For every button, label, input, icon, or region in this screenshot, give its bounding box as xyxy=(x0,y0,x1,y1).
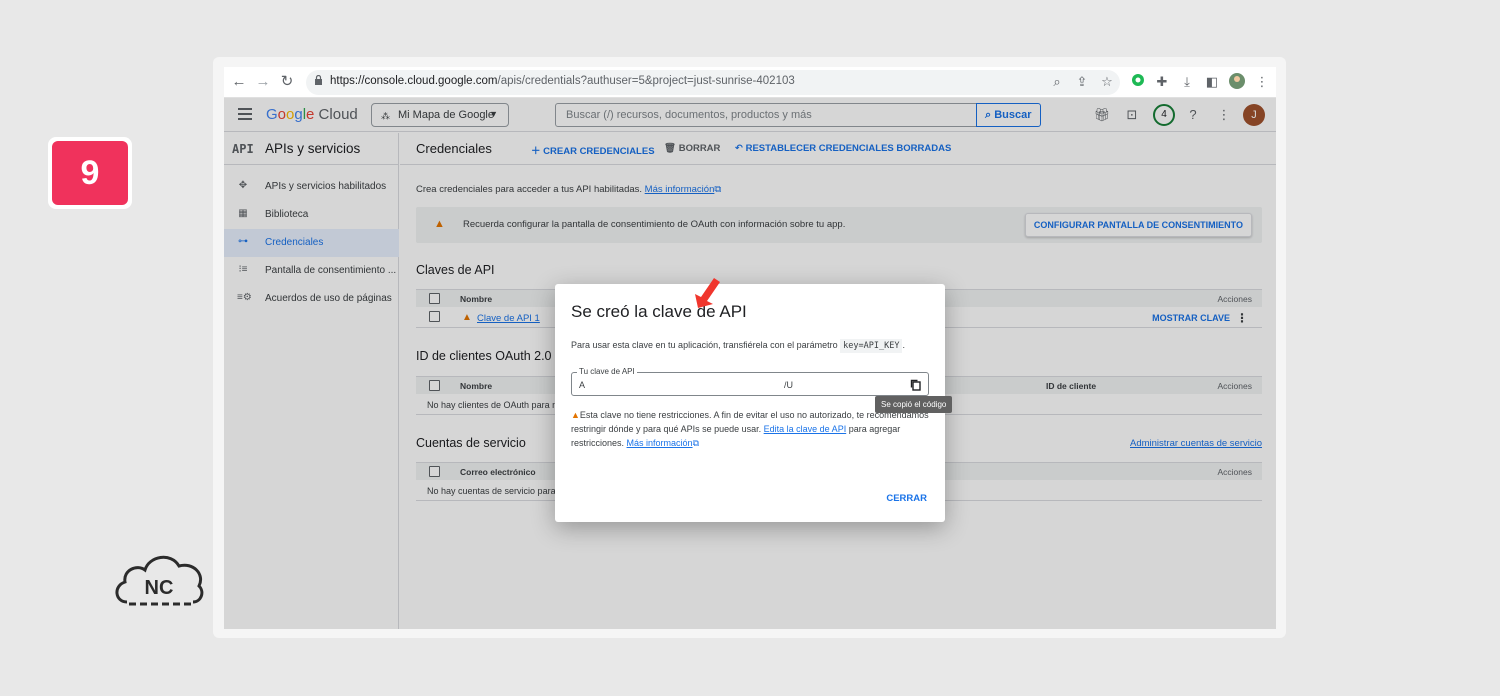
step-number: 9 xyxy=(52,141,128,205)
restriction-warning: ▲Esta clave no tiene restricciones. A fi… xyxy=(571,410,929,448)
zoom-icon[interactable]: ⌕ xyxy=(1048,73,1066,91)
share-icon[interactable]: ⇪ xyxy=(1073,73,1091,91)
nc-logo-text: NC xyxy=(145,577,174,599)
external-link-icon: ⧉ xyxy=(692,438,699,448)
edit-api-key-link[interactable]: Edita la clave de API xyxy=(764,424,847,434)
reload-icon[interactable]: ↻ xyxy=(278,73,296,91)
gcp-console: Google Cloud ⁂ Mi Mapa de Google ▼ Busca… xyxy=(224,98,1276,629)
api-key-value-end: /U xyxy=(784,380,793,390)
close-button[interactable]: CERRAR xyxy=(886,493,927,504)
warning-icon: ▲ xyxy=(571,410,580,420)
dialog-description: Para usar esta clave en tu aplicación, t… xyxy=(571,339,905,353)
lock-icon xyxy=(315,75,322,85)
address-bar[interactable]: https://console.cloud.google.com/apis/cr… xyxy=(306,70,1120,95)
browser-toolbar: ← → ↻ https://console.cloud.google.com/a… xyxy=(224,67,1276,98)
url-text: https://console.cloud.google.com/apis/cr… xyxy=(330,75,795,87)
red-arrow-annotation xyxy=(695,278,720,308)
bookmark-star-icon[interactable]: ☆ xyxy=(1098,73,1116,91)
back-icon[interactable]: ← xyxy=(230,73,248,91)
side-panel-icon[interactable]: ◧ xyxy=(1203,73,1221,91)
forward-icon[interactable]: → xyxy=(254,73,272,91)
browser-menu-icon[interactable]: ⋮ xyxy=(1253,73,1271,91)
extensions-puzzle-icon[interactable]: ✚ xyxy=(1153,73,1171,91)
extension-green-icon[interactable] xyxy=(1129,73,1147,91)
api-key-field-label: Tu clave de API xyxy=(577,367,637,376)
step-badge: 9 xyxy=(48,137,132,209)
api-key-value-start: A xyxy=(579,380,586,390)
browser-window: ← → ↻ https://console.cloud.google.com/a… xyxy=(224,67,1276,629)
copy-icon[interactable] xyxy=(908,377,924,393)
api-key-field[interactable]: Tu clave de API A /U xyxy=(571,367,929,396)
profile-avatar-icon[interactable] xyxy=(1228,73,1246,91)
copied-tooltip: Se copió el código xyxy=(875,396,953,413)
download-icon[interactable]: ⤓ xyxy=(1178,73,1196,91)
nc-cloud-logo: NC xyxy=(113,548,205,610)
param-code: key=API_KEY xyxy=(840,339,903,353)
more-info-link[interactable]: Más información xyxy=(627,438,693,448)
